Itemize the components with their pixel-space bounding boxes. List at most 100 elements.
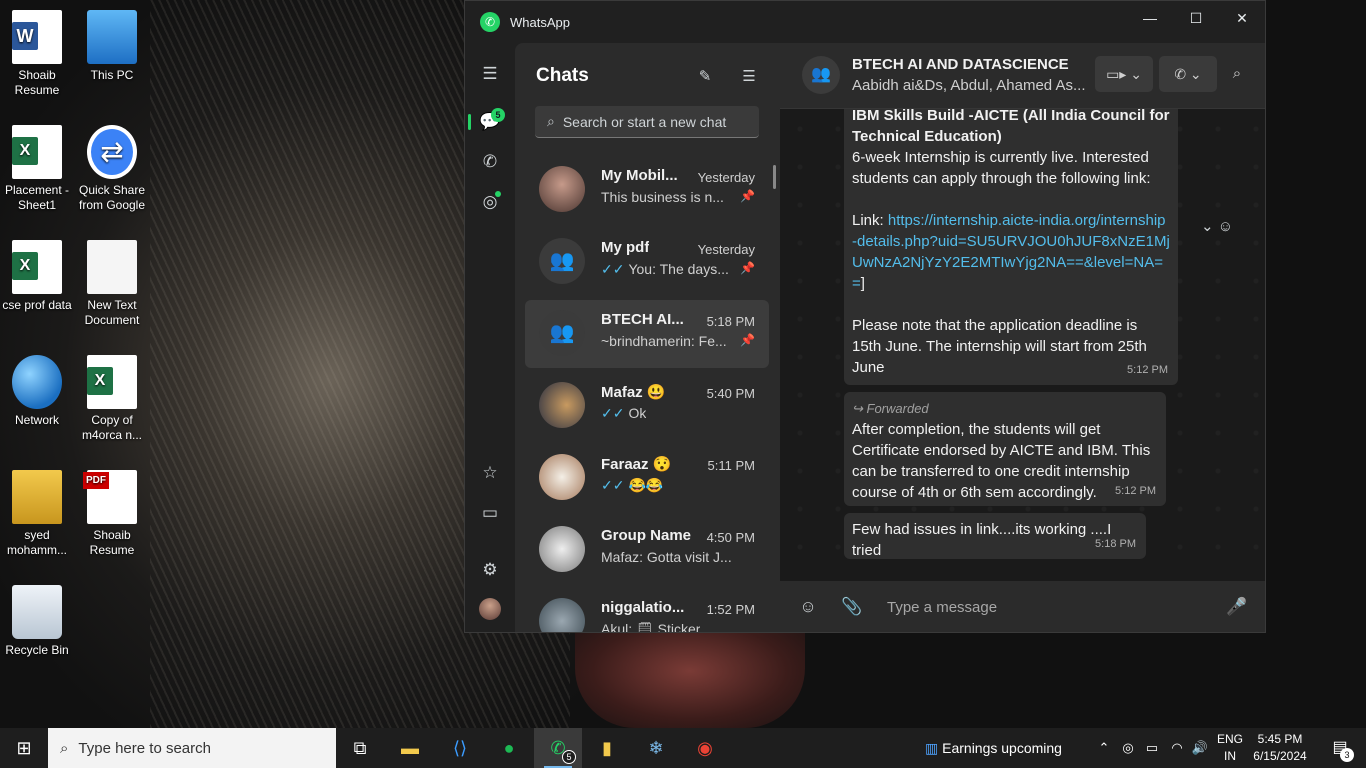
message-link-line: Link: https://internship.aicte-india.org… (852, 210, 1170, 294)
message-bubble-forwarded[interactable]: ↪ Forwarded After completion, the studen… (844, 392, 1166, 506)
news-widget[interactable]: ▥ Earnings upcoming (925, 728, 1062, 768)
conversation-title[interactable]: BTECH AI AND DATASCIENCE (852, 56, 1069, 73)
search-input[interactable] (562, 113, 743, 130)
chat-item[interactable]: My Mobil... Yesterday This business is n… (525, 156, 769, 224)
conversation-header[interactable]: 👥 BTECH AI AND DATASCIENCE Aabidh ai&Ds,… (780, 43, 1265, 109)
message-bubble[interactable]: Few had issues in link....its working ..… (844, 513, 1146, 559)
search-icon[interactable]: ⌕ (1225, 62, 1249, 86)
voice-call-button[interactable]: ✆ ⌄ (1159, 56, 1217, 92)
system-clock[interactable]: 5:45 PM 6/15/2024 (1250, 731, 1310, 765)
group-members[interactable]: Aabidh ai&Ds, Abdul, Ahamed As... (852, 77, 1092, 94)
language-indicator[interactable]: ENG IN (1214, 731, 1246, 765)
chrome-icon[interactable]: ◉ (681, 728, 729, 768)
text-file-icon (87, 240, 137, 294)
desktop-icon-copy-of-m4orca[interactable]: Copy of m4orca n... (75, 355, 149, 443)
emoji-icon[interactable]: ☺ (796, 595, 820, 619)
vscode-icon[interactable]: ⟨⟩ (436, 728, 484, 768)
nav-rail: ☰ 💬 5 ✆ ◎ ☆ ▭ ⚙ (465, 43, 515, 632)
desktop-icon-label: New Text Document (84, 298, 140, 327)
desktop-icon-this-pc[interactable]: This PC (75, 10, 149, 83)
chat-item[interactable]: 👥 My pdf Yesterday ✓✓ You: The days... 📌 (525, 228, 769, 296)
news-text: Earnings upcoming (942, 740, 1062, 756)
video-call-button[interactable]: ▭▸ ⌄ (1095, 56, 1153, 92)
notification-count: 3 (1340, 748, 1354, 762)
calls-icon[interactable]: ✆ (473, 145, 507, 179)
webcam-icon[interactable]: ◎ (1118, 728, 1138, 768)
group-avatar-icon: 👥 (539, 310, 585, 356)
archived-icon[interactable]: ▭ (473, 496, 507, 530)
starred-icon[interactable]: ☆ (473, 456, 507, 490)
chat-item[interactable]: Mafaz 😃 5:40 PM ✓✓ Ok (525, 372, 769, 440)
whatsapp-taskbar-badge: 5 (562, 750, 576, 764)
group-avatar-icon[interactable]: 👥 (802, 56, 840, 94)
microphone-icon[interactable]: 🎤 (1225, 595, 1249, 619)
chat-preview-text: Akul: 🗒 Sticker (601, 621, 701, 632)
desktop-icon-cse-prof-data[interactable]: cse prof data (0, 240, 74, 313)
chat-preview-text: 😂😂 (628, 477, 664, 493)
filter-icon[interactable]: ☰ (737, 65, 761, 89)
profile-avatar[interactable] (479, 598, 501, 620)
attach-icon[interactable]: 📎 (840, 595, 864, 619)
desktop-icon-label: syed mohamm... (6, 528, 67, 557)
menu-icon[interactable]: ☰ (473, 57, 507, 91)
desktop-icon-placement-sheet1[interactable]: Placement - Sheet1 (0, 125, 74, 213)
volume-icon[interactable]: 🔊 (1190, 728, 1210, 768)
desktop-icon-shoaib-resume-pdf[interactable]: Shoaib Resume (75, 470, 149, 558)
chat-list-scrollbar[interactable] (773, 165, 776, 189)
desktop-icon-quick-share[interactable]: Quick Share from Google (75, 125, 149, 213)
chevron-up-icon[interactable]: ⌃ (1094, 728, 1114, 768)
whatsapp-taskbar-icon[interactable]: ✆ 5 (534, 728, 582, 768)
chat-preview: This business is n... (601, 189, 724, 205)
wifi-icon[interactable]: ◠ (1166, 728, 1188, 768)
chat-time: 5:40 PM (706, 386, 755, 401)
message-text: After completion, the students will get … (852, 421, 1151, 501)
chats-icon[interactable]: 💬 5 (468, 105, 507, 139)
close-button[interactable]: ✕ (1219, 1, 1265, 35)
maximize-button[interactable]: ☐ (1173, 1, 1219, 35)
chevron-down-icon[interactable]: ⌄ (1201, 218, 1214, 235)
chat-time: 5:11 PM (707, 458, 755, 473)
desktop-icon-new-text-document[interactable]: New Text Document (75, 240, 149, 328)
message-bubble[interactable]: IBM Skills Build -AICTE (All India Counc… (844, 109, 1178, 385)
chat-name: niggalatio... (601, 599, 685, 616)
stock-icon: ▥ (925, 740, 943, 756)
desktop-icon-shoaib-resume-word[interactable]: Shoaib Resume (0, 10, 74, 98)
chat-item[interactable]: Faraaz 😯 5:11 PM ✓✓ 😂😂 (525, 444, 769, 512)
spotify-icon[interactable]: ● (485, 728, 533, 768)
snowflake-app-icon[interactable]: ❄ (632, 728, 680, 768)
new-chat-icon[interactable]: ✎ (693, 65, 717, 89)
chat-item-selected[interactable]: 👥 BTECH AI... 5:18 PM ~brindhamerin: Fe.… (525, 300, 769, 368)
desktop-icon-label: cse prof data (2, 298, 72, 312)
chat-item[interactable]: niggalatio... 1:52 PM Akul: 🗒 Sticker (525, 588, 769, 632)
title-bar[interactable]: ✆ WhatsApp — ☐ ✕ (465, 1, 1265, 43)
message-area[interactable]: IBM Skills Build -AICTE (All India Counc… (780, 109, 1265, 581)
chat-preview: ~brindhamerin: Fe... (601, 333, 727, 349)
chat-item[interactable]: Group Name 4:50 PM Mafaz: Gotta visit J.… (525, 516, 769, 584)
chat-preview-text: You: The days... (628, 261, 729, 277)
forward-icon: ↪ (852, 401, 867, 416)
link-suffix: ] (860, 275, 865, 292)
settings-icon[interactable]: ⚙ (473, 553, 507, 587)
battery-icon[interactable]: ▭ (1142, 728, 1162, 768)
excel-icon (12, 125, 62, 179)
desktop-icon-syed-mohammed[interactable]: syed mohamm... (0, 470, 74, 558)
task-view-icon[interactable]: ⧉ (336, 728, 384, 768)
taskbar-search-input[interactable] (78, 739, 309, 757)
desktop-icon-network[interactable]: Network (0, 355, 74, 428)
emoji-reaction-icon[interactable]: ☺ (1218, 218, 1233, 235)
internship-link[interactable]: https://internship.aicte-india.org/inter… (852, 212, 1170, 292)
desktop-icon-recycle-bin[interactable]: Recycle Bin (0, 585, 74, 658)
chat-time: 4:50 PM (706, 530, 755, 545)
notification-center-icon[interactable]: ▤ 3 (1320, 728, 1360, 768)
chat-preview-text: Ok (628, 405, 647, 421)
chat-name: Mafaz 😃 (601, 384, 666, 401)
status-icon[interactable]: ◎ (473, 185, 507, 219)
chat-search-box[interactable]: ⌕ (535, 106, 759, 138)
minimize-button[interactable]: — (1127, 1, 1173, 35)
power-bi-icon[interactable]: ▮ (583, 728, 631, 768)
windows-start-icon[interactable]: ⊞ (0, 728, 48, 768)
file-explorer-icon[interactable]: ▬ (386, 728, 434, 768)
message-input[interactable] (887, 593, 1217, 621)
message-time: 5:12 PM (1115, 485, 1156, 497)
taskbar-search[interactable]: ⌕ (48, 728, 336, 768)
